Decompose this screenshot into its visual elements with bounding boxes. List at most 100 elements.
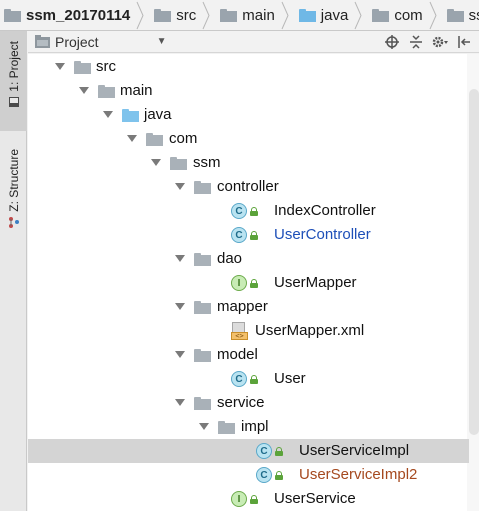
expand-arrow-icon[interactable] xyxy=(175,255,185,262)
tree-node-userserviceimpl2[interactable]: C UserServiceImpl2 xyxy=(28,463,469,487)
tree-node-ssm[interactable]: ssm xyxy=(28,151,469,175)
tree-node-main[interactable]: main xyxy=(28,79,469,103)
expand-arrow-icon[interactable] xyxy=(55,63,65,70)
tree-node-impl[interactable]: impl xyxy=(28,415,469,439)
expand-arrow-icon[interactable] xyxy=(151,159,161,166)
tree-node-java[interactable]: java xyxy=(28,103,469,127)
expand-arrow-icon[interactable] xyxy=(79,87,89,94)
breadcrumb-separator-icon xyxy=(354,1,362,29)
tree-node-label: controller xyxy=(217,178,279,195)
project-view-selector[interactable]: Project ▼ xyxy=(35,34,166,50)
tree-node-label: UserMapper.xml xyxy=(255,322,365,339)
class-icon: C xyxy=(231,371,247,387)
breadcrumb-label: ss xyxy=(468,6,479,24)
target-icon[interactable] xyxy=(383,33,401,51)
tree-node-label: IndexController xyxy=(274,202,376,219)
tree-node-model[interactable]: model xyxy=(28,343,469,367)
tab-structure[interactable]: Z: Structure xyxy=(0,149,27,249)
project-folder-icon xyxy=(35,35,50,48)
tree-node-label: impl xyxy=(241,418,269,435)
breadcrumb-project[interactable]: ssm_20170114 xyxy=(0,0,148,30)
tree-node-userserviceimpl[interactable]: C UserServiceImpl xyxy=(28,439,469,463)
chevron-down-icon: ▼ xyxy=(156,36,167,47)
breadcrumb-separator-icon xyxy=(136,1,144,29)
collapse-all-icon[interactable] xyxy=(407,33,425,51)
folder-icon xyxy=(220,8,238,22)
tree-node-com[interactable]: com xyxy=(28,127,469,151)
gear-icon[interactable] xyxy=(431,33,449,51)
tree-node-service[interactable]: service xyxy=(28,391,469,415)
breadcrumb-main[interactable]: main xyxy=(214,0,293,30)
tree-node-label: UserServiceImpl xyxy=(299,442,410,459)
tree-node-controller[interactable]: controller xyxy=(28,175,469,199)
tree-node-label: service xyxy=(217,394,265,411)
tool-window-strip: 1: Project Z: Structure xyxy=(0,31,27,511)
source-folder-icon xyxy=(122,109,139,122)
lock-icon xyxy=(250,207,258,216)
tree-node-userservice[interactable]: I UserService xyxy=(28,487,469,511)
class-icon: C xyxy=(231,203,247,219)
folder-icon xyxy=(154,8,172,22)
package-icon xyxy=(194,253,211,266)
interface-icon: I xyxy=(231,491,247,507)
package-icon xyxy=(170,157,187,170)
class-icon: C xyxy=(256,467,272,483)
tree-node-user[interactable]: C User xyxy=(28,367,469,391)
project-panel-title: Project xyxy=(55,33,99,50)
expand-arrow-icon[interactable] xyxy=(199,423,209,430)
breadcrumb-label: java xyxy=(320,6,349,24)
tree-node-label: model xyxy=(217,346,258,363)
hide-icon[interactable] xyxy=(455,33,473,51)
tree-node-src[interactable]: src xyxy=(28,55,469,79)
project-tree[interactable]: src main java com ssm controller C Index… xyxy=(28,54,479,511)
breadcrumb-src[interactable]: src xyxy=(148,0,214,30)
tree-node-label: java xyxy=(144,106,172,123)
tree-node-label: UserServiceImpl2 xyxy=(299,466,418,483)
source-folder-icon xyxy=(298,8,316,22)
package-icon xyxy=(146,133,163,146)
tree-node-indexcontroller[interactable]: C IndexController xyxy=(28,199,469,223)
tree-node-dao[interactable]: dao xyxy=(28,247,469,271)
navigation-bar: ssm_20170114 src main java com ss xyxy=(0,0,479,31)
tree-node-label: UserService xyxy=(274,490,356,507)
breadcrumb-java[interactable]: java xyxy=(293,0,367,30)
tree-node-usercontroller[interactable]: C UserController xyxy=(28,223,469,247)
folder-icon xyxy=(4,8,21,22)
package-icon xyxy=(194,301,211,314)
expand-arrow-icon[interactable] xyxy=(175,183,185,190)
breadcrumb-label: ssm_20170114 xyxy=(26,6,131,24)
structure-icon xyxy=(8,216,19,228)
window-icon xyxy=(8,96,19,107)
tree-node-label: com xyxy=(169,130,198,147)
tree-node-label: src xyxy=(96,58,116,75)
folder-icon xyxy=(98,85,115,98)
expand-arrow-icon[interactable] xyxy=(175,351,185,358)
lock-icon xyxy=(250,375,258,384)
breadcrumb-ssm[interactable]: ss xyxy=(441,0,479,30)
expand-arrow-icon[interactable] xyxy=(103,111,113,118)
tree-node-usermapper[interactable]: I UserMapper xyxy=(28,271,469,295)
tree-node-mapper[interactable]: mapper xyxy=(28,295,469,319)
lock-icon xyxy=(250,279,258,288)
breadcrumb-separator-icon xyxy=(202,1,210,29)
lock-icon xyxy=(250,495,258,504)
breadcrumb-com[interactable]: com xyxy=(366,0,440,30)
expand-arrow-icon[interactable] xyxy=(175,303,185,310)
package-icon xyxy=(372,8,390,22)
scrollbar-thumb[interactable] xyxy=(469,89,479,435)
tab-project-label: 1: Project xyxy=(6,41,21,92)
breadcrumb-label: com xyxy=(394,6,423,24)
class-icon: C xyxy=(256,443,272,459)
tree-node-label: UserController xyxy=(274,226,371,243)
breadcrumb-label: src xyxy=(176,6,197,24)
xml-file-icon: <> xyxy=(231,322,248,340)
expand-arrow-icon[interactable] xyxy=(127,135,137,142)
project-toolbar: Project ▼ xyxy=(28,31,479,53)
breadcrumb-separator-icon xyxy=(281,1,289,29)
tab-structure-label: Z: Structure xyxy=(6,149,21,212)
package-icon xyxy=(194,181,211,194)
tree-node-label: User xyxy=(274,370,306,387)
expand-arrow-icon[interactable] xyxy=(175,399,185,406)
tab-project[interactable]: 1: Project xyxy=(0,31,27,131)
tree-node-usermapper-xml[interactable]: <> UserMapper.xml xyxy=(28,319,469,343)
